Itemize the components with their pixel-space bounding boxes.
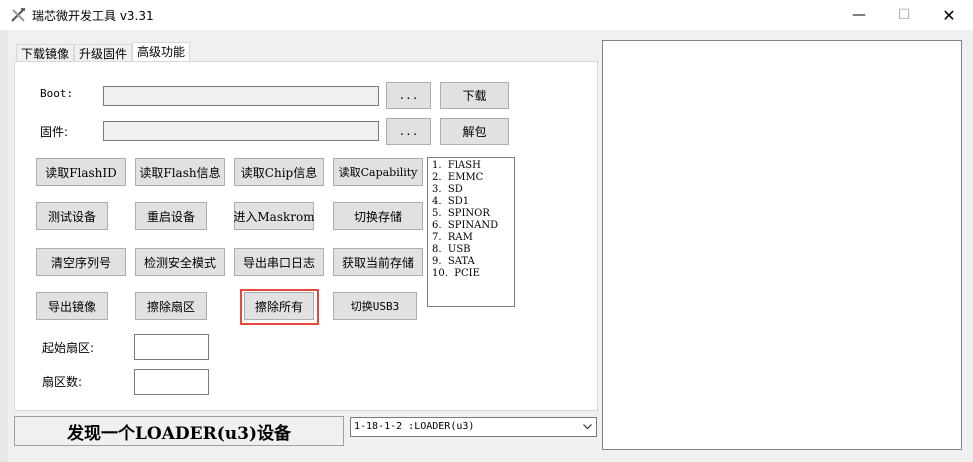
sector-count-input[interactable]: [134, 369, 209, 395]
log-output[interactable]: [602, 40, 962, 450]
clear-serial-button[interactable]: 清空序列号: [36, 248, 126, 276]
enter-maskrom-button[interactable]: 进入Maskrom: [233, 202, 315, 230]
firmware-browse-button[interactable]: ...: [386, 118, 431, 145]
tab-bar: 下载镜像 升级固件 高级功能: [16, 42, 191, 63]
read-flash-info-button[interactable]: 读取Flash信息: [135, 158, 225, 186]
reset-device-button[interactable]: 重启设备: [135, 202, 207, 230]
close-button[interactable]: ✕: [926, 0, 972, 30]
device-select-value: 1-18-1-2 :LOADER(u3): [354, 421, 475, 432]
switch-usb3-button[interactable]: 切换USB3: [333, 292, 417, 320]
download-button[interactable]: 下载: [440, 82, 509, 109]
list-item[interactable]: 5. SPINOR: [432, 208, 510, 220]
tab-advanced[interactable]: 高级功能: [132, 42, 191, 63]
tools-icon: [11, 8, 25, 22]
firmware-label: 固件:: [40, 125, 69, 139]
boot-label: Boot:: [40, 87, 74, 100]
erase-all-highlight: [240, 289, 319, 325]
read-chip-info-button[interactable]: 读取Chip信息: [234, 158, 324, 186]
read-capability-button[interactable]: 读取Capability: [333, 158, 423, 186]
get-current-storage-button[interactable]: 获取当前存储: [333, 248, 423, 276]
start-sector-label: 起始扇区:: [42, 341, 95, 355]
list-item[interactable]: 6. SPINAND: [432, 220, 510, 232]
list-item[interactable]: 7. RAM: [432, 232, 510, 244]
list-item[interactable]: 3. SD: [432, 184, 510, 196]
unpack-button[interactable]: 解包: [440, 118, 509, 145]
list-item[interactable]: 9. SATA: [432, 256, 510, 268]
list-item[interactable]: 10. PCIE: [432, 268, 510, 280]
export-image-button[interactable]: 导出镜像: [36, 292, 108, 320]
list-item[interactable]: 2. EMMC: [432, 172, 510, 184]
maximize-button[interactable]: ☐: [881, 0, 927, 30]
chevron-down-icon[interactable]: [580, 418, 594, 436]
device-select[interactable]: 1-18-1-2 :LOADER(u3): [350, 417, 597, 437]
storage-listbox[interactable]: 1. FlASH 2. EMMC 3. SD 4. SD1 5. SPINOR …: [427, 157, 515, 307]
switch-storage-button[interactable]: 切换存储: [333, 202, 423, 230]
test-device-button[interactable]: 测试设备: [36, 202, 108, 230]
firmware-path-input[interactable]: [103, 121, 379, 141]
sector-count-label: 扇区数:: [42, 375, 83, 389]
erase-sectors-button[interactable]: 擦除扇区: [135, 292, 207, 320]
list-item[interactable]: 8. USB: [432, 244, 510, 256]
minimize-button[interactable]: —: [836, 0, 882, 30]
list-item[interactable]: 1. FlASH: [432, 160, 510, 172]
start-sector-input[interactable]: [134, 334, 209, 360]
check-secure-mode-button[interactable]: 检测安全模式: [135, 248, 225, 276]
boot-browse-button[interactable]: ...: [386, 82, 431, 109]
read-flash-id-button[interactable]: 读取FlashID: [36, 158, 126, 186]
list-item[interactable]: 4. SD1: [432, 196, 510, 208]
export-serial-log-button[interactable]: 导出串口日志: [234, 248, 324, 276]
device-status: 发现一个LOADER(u3)设备: [14, 416, 344, 446]
left-edge: [0, 30, 8, 462]
boot-path-input[interactable]: [103, 86, 379, 106]
window-title: 瑞芯微开发工具 v3.31: [32, 9, 154, 23]
title-bar: 瑞芯微开发工具 v3.31 — ☐ ✕: [0, 0, 973, 30]
